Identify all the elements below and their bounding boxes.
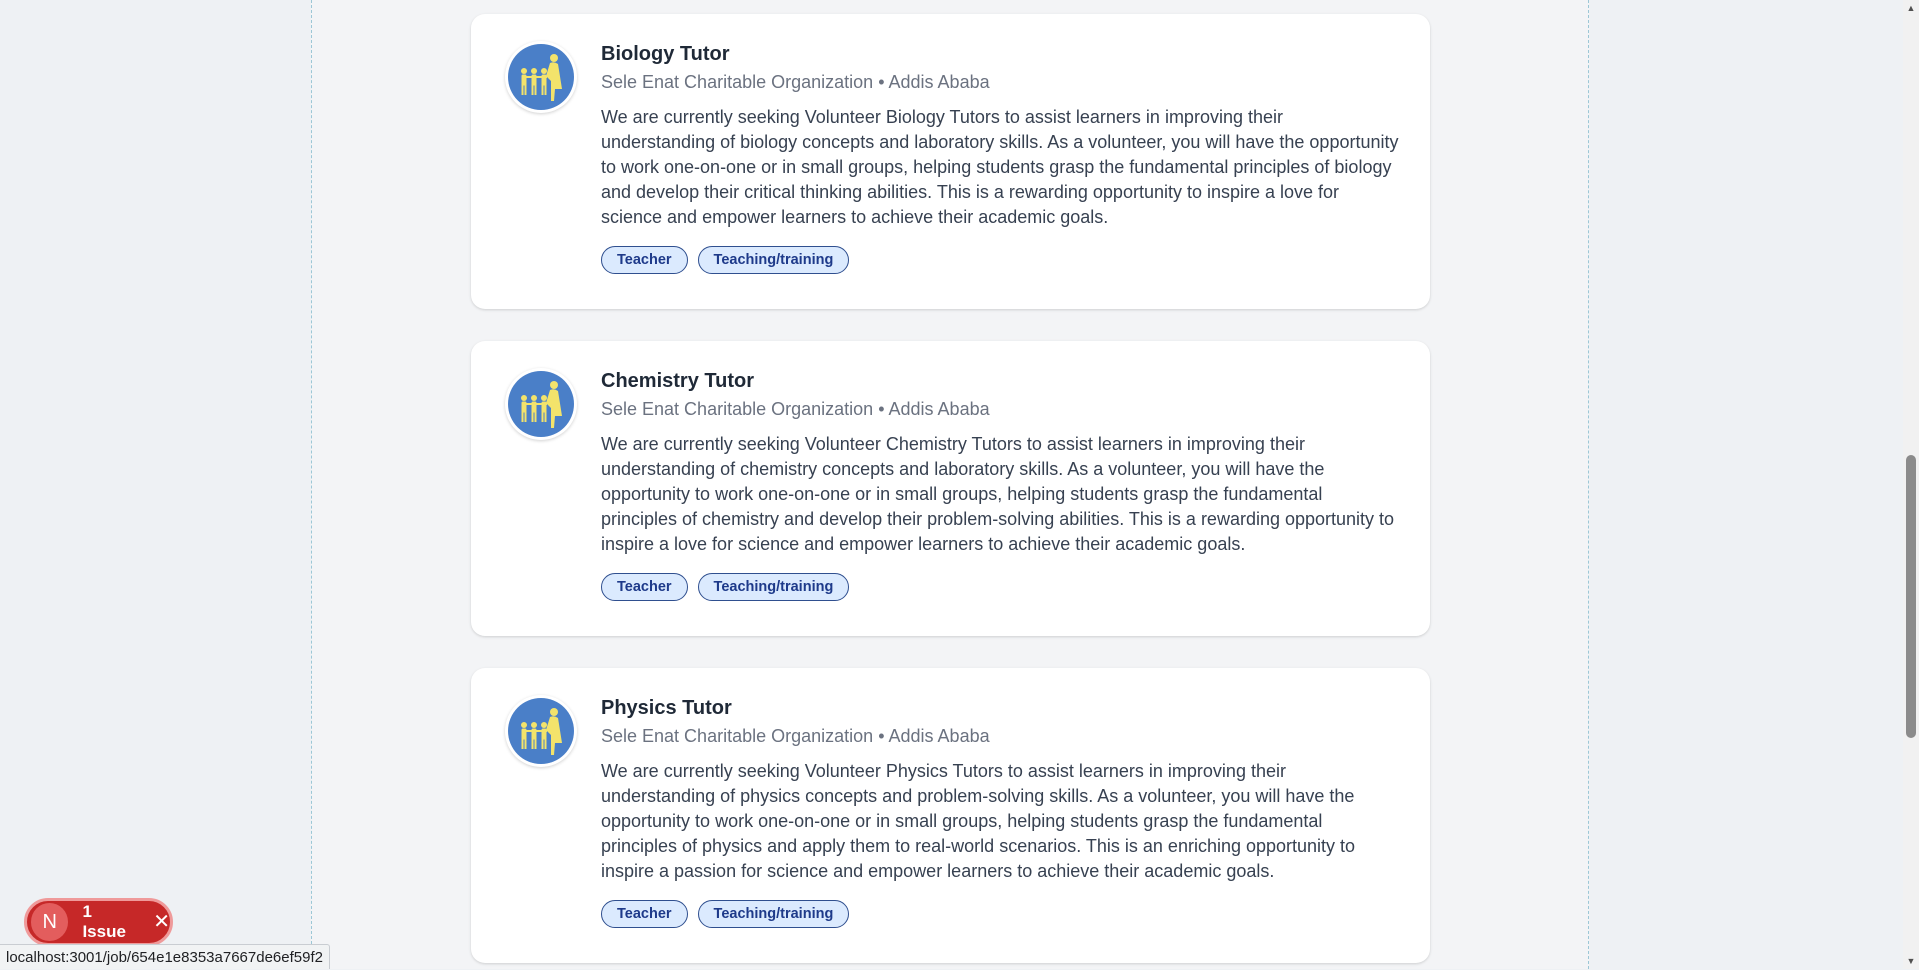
link-status-bar: localhost:3001/job/654e1e8353a7667de6ef5…: [0, 944, 330, 969]
tag-teaching-training[interactable]: Teaching/training: [697, 246, 850, 274]
issue-count-label[interactable]: 1 Issue: [82, 902, 139, 942]
job-title[interactable]: Chemistry Tutor: [601, 368, 1400, 394]
organization-name: Sele Enat Charitable Organization: [601, 726, 874, 746]
tag-teacher[interactable]: Teacher: [601, 573, 688, 601]
separator-dot: •: [878, 72, 885, 92]
scroll-up-arrow-icon[interactable]: ▲: [1903, 0, 1919, 16]
organization-name: Sele Enat Charitable Organization: [601, 72, 874, 92]
organization-name: Sele Enat Charitable Organization: [601, 399, 874, 419]
job-tags: Teacher Teaching/training: [601, 246, 1400, 274]
job-location: Addis Ababa: [888, 726, 990, 746]
job-description: We are currently seeking Volunteer Biolo…: [601, 107, 1399, 227]
organization-logo: [505, 368, 577, 440]
job-description: We are currently seeking Volunteer Physi…: [601, 761, 1356, 881]
job-organization-location: Sele Enat Charitable Organization • Addi…: [601, 724, 1400, 748]
tag-teaching-training[interactable]: Teaching/training: [697, 573, 850, 601]
scroll-down-arrow-icon[interactable]: ▼: [1903, 953, 1919, 969]
scrollbar-thumb[interactable]: [1906, 455, 1916, 738]
job-card[interactable]: Physics Tutor Sele Enat Charitable Organ…: [471, 668, 1430, 963]
job-title[interactable]: Biology Tutor: [601, 41, 1400, 67]
organization-logo: [505, 695, 577, 767]
tag-teacher[interactable]: Teacher: [601, 246, 688, 274]
job-tags: Teacher Teaching/training: [601, 900, 1400, 928]
job-card[interactable]: Biology Tutor Sele Enat Charitable Organ…: [471, 14, 1430, 309]
separator-dot: •: [878, 399, 885, 419]
tag-teacher[interactable]: Teacher: [601, 900, 688, 928]
job-location: Addis Ababa: [888, 72, 990, 92]
tag-teaching-training[interactable]: Teaching/training: [697, 900, 850, 928]
job-location: Addis Ababa: [888, 399, 990, 419]
page-scrollbar[interactable]: ▲ ▼: [1903, 0, 1919, 969]
nextjs-logo-icon[interactable]: N: [31, 903, 69, 941]
children-charity-icon: [508, 698, 574, 764]
children-charity-icon: [508, 44, 574, 110]
children-charity-icon: [508, 371, 574, 437]
separator-dot: •: [878, 726, 885, 746]
dev-issues-badge[interactable]: N 1 Issue ✕: [24, 898, 173, 946]
job-organization-location: Sele Enat Charitable Organization • Addi…: [601, 397, 1400, 421]
organization-logo: [505, 41, 577, 113]
job-card[interactable]: Chemistry Tutor Sele Enat Charitable Org…: [471, 341, 1430, 636]
job-description: We are currently seeking Volunteer Chemi…: [601, 434, 1395, 554]
job-title[interactable]: Physics Tutor: [601, 695, 1400, 721]
job-tags: Teacher Teaching/training: [601, 573, 1400, 601]
close-icon[interactable]: ✕: [153, 912, 170, 932]
job-organization-location: Sele Enat Charitable Organization • Addi…: [601, 70, 1400, 94]
